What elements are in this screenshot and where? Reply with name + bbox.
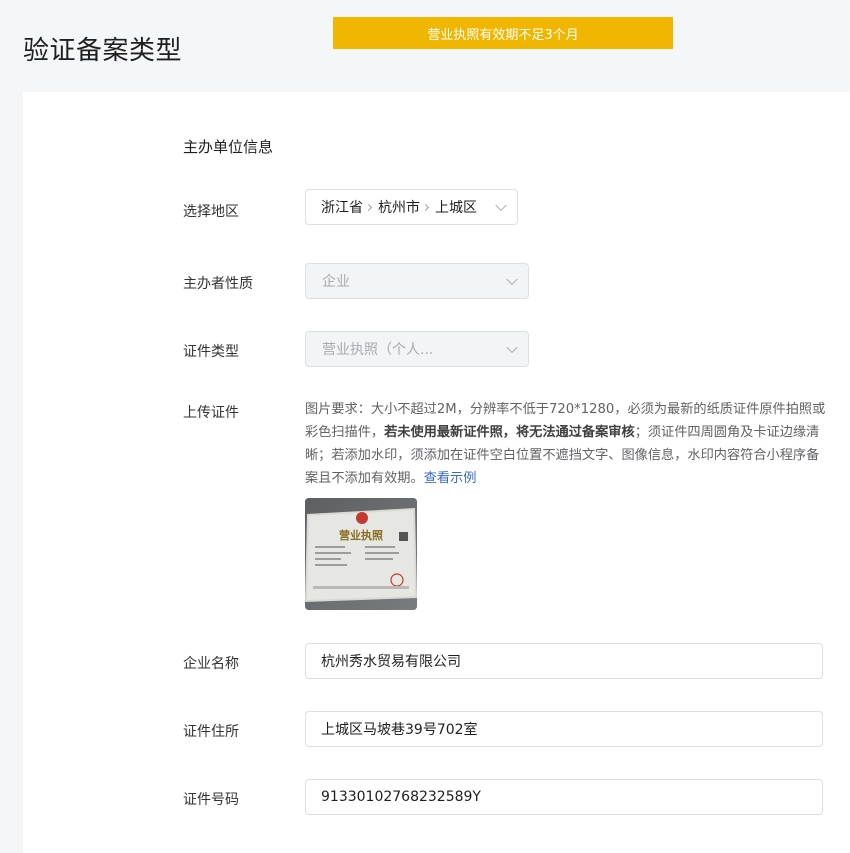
cert-type-select[interactable]: 营业执照（个人... — [305, 331, 529, 367]
emblem-icon — [356, 512, 368, 524]
upload-requirements: 图片要求：大小不超过2M，分辨率不低于720*1280，必须为最新的纸质证件原件… — [305, 398, 827, 490]
host-nature-label: 主办者性质 — [183, 276, 253, 292]
section-title: 主办单位信息 — [183, 138, 274, 156]
uploaded-license-thumbnail[interactable]: 营业执照 — [305, 498, 417, 610]
upload-requirements-warning: 若未使用最新证件照，将无法通过备案审核 — [384, 425, 635, 440]
view-example-link[interactable]: 查看示例 — [424, 471, 477, 486]
region-city: 杭州市 — [378, 200, 420, 216]
license-photo-image: 营业执照 — [305, 498, 417, 610]
page-title: 验证备案类型 — [23, 36, 183, 66]
form-card: 主办单位信息 选择地区 浙江省 杭州市 上城区 主办者性质 企业 证件类型 营业… — [23, 92, 850, 853]
upload-cert-label: 上传证件 — [183, 405, 239, 421]
cert-number-input[interactable]: 91330102768232589Y — [305, 779, 823, 815]
license-thumb-title: 营业执照 — [339, 528, 383, 542]
cert-type-label: 证件类型 — [183, 344, 239, 360]
region-district: 上城区 — [435, 200, 477, 216]
chevron-right-icon — [364, 203, 373, 211]
cert-number-value: 91330102768232589Y — [321, 789, 481, 805]
company-name-input[interactable]: 杭州秀水贸易有限公司 — [305, 643, 823, 679]
chevron-right-icon — [421, 203, 430, 211]
region-label: 选择地区 — [183, 204, 239, 220]
cert-address-input[interactable]: 上城区马坡巷39号702室 — [305, 711, 823, 747]
cert-address-value: 上城区马坡巷39号702室 — [321, 722, 478, 738]
company-name-label: 企业名称 — [183, 656, 239, 672]
cert-address-label: 证件住所 — [183, 724, 239, 740]
chevron-down-icon — [506, 341, 518, 354]
region-cascader[interactable]: 浙江省 杭州市 上城区 — [305, 189, 518, 225]
cert-number-label: 证件号码 — [183, 792, 239, 808]
host-nature-value: 企业 — [322, 274, 350, 290]
license-expiry-warning-banner: 营业执照有效期不足3个月 — [333, 17, 673, 49]
chevron-down-icon — [506, 273, 518, 286]
company-name-value: 杭州秀水贸易有限公司 — [321, 654, 461, 670]
chevron-down-icon — [495, 199, 507, 212]
region-province: 浙江省 — [321, 200, 363, 216]
host-nature-select[interactable]: 企业 — [305, 263, 529, 299]
warning-banner-text: 营业执照有效期不足3个月 — [427, 27, 579, 43]
cert-type-value: 营业执照（个人... — [322, 342, 434, 358]
